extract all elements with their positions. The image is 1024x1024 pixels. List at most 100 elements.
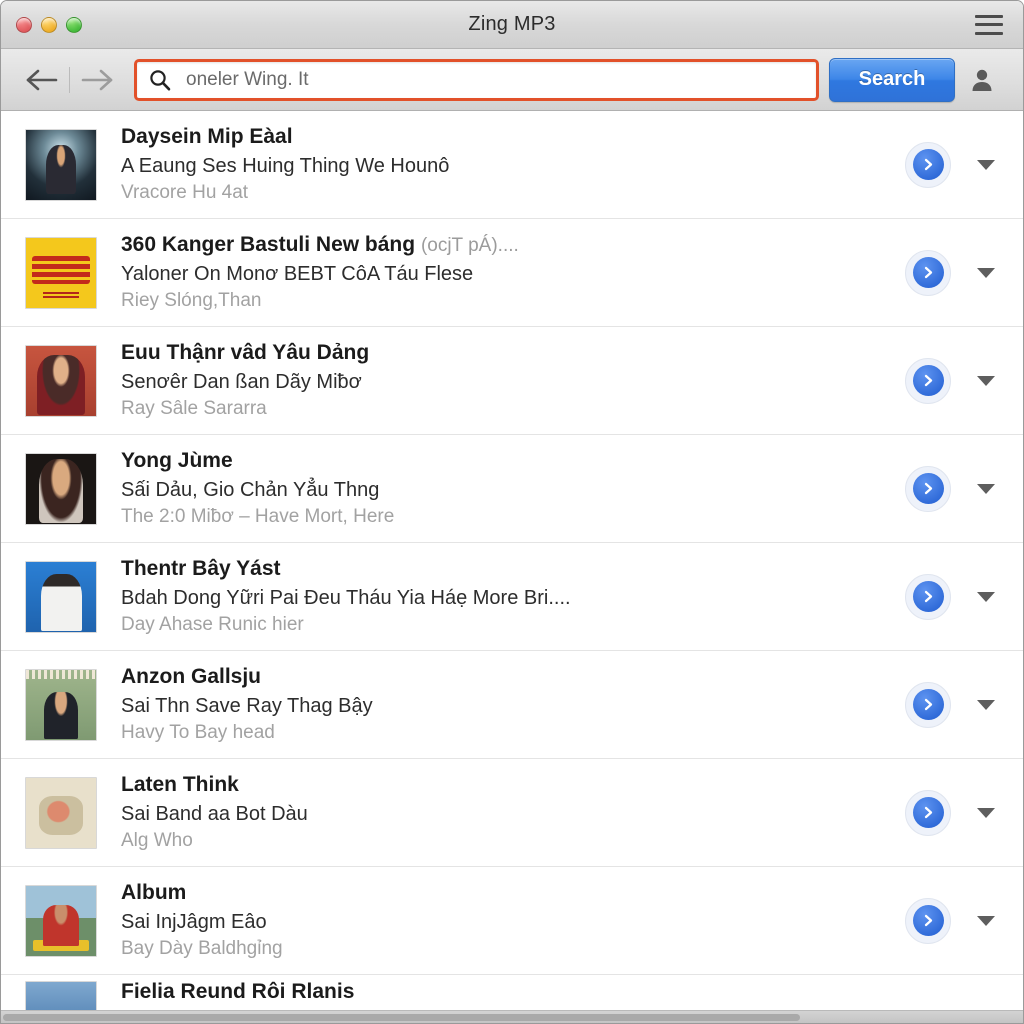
result-extra: Riey Slóng,Than bbox=[121, 289, 262, 311]
result-title: Fielia Reund Rôi Rlanis bbox=[121, 981, 355, 1002]
result-title: Euu Thậnr vâd Yâu Dảng bbox=[121, 340, 370, 364]
search-field-wrapper[interactable] bbox=[134, 58, 819, 101]
play-button[interactable] bbox=[905, 789, 951, 836]
arrow-left-icon bbox=[26, 69, 58, 90]
result-meta: Album Sai InjJâgm Eâo Bay Dày Baldhgỉng bbox=[97, 880, 905, 962]
play-button[interactable] bbox=[905, 141, 951, 188]
search-input[interactable] bbox=[186, 68, 806, 91]
forward-button[interactable] bbox=[74, 60, 120, 100]
result-meta: Euu Thậnr vâd Yâu Dảng Senơêr Dan ßan Dã… bbox=[97, 340, 905, 422]
chevron-right-circle-icon bbox=[912, 473, 944, 504]
window-titlebar: Zing MP3 bbox=[1, 1, 1023, 49]
chevron-right-circle-icon bbox=[912, 581, 944, 612]
result-extra: Vracore Hu 4at bbox=[121, 181, 249, 203]
table-row[interactable]: Anzon Gallsju Sai Thn Save Ray Thag Bậy … bbox=[1, 651, 1023, 759]
result-meta: Anzon Gallsju Sai Thn Save Ray Thag Bậy … bbox=[97, 664, 905, 746]
result-subtitle: Bdah Dong Yữri Pai Ðeu Tháu Yia Háẹ More… bbox=[121, 586, 571, 609]
search-results-list[interactable]: Daysein Mip Eàal A Eaung Ses Huing Thing… bbox=[1, 111, 1023, 1023]
result-extra: Day Ahase Runic hier bbox=[121, 613, 304, 635]
result-meta: 360 Kanger Bastuli New báng (ocjT pÁ)...… bbox=[97, 232, 905, 314]
play-button[interactable] bbox=[905, 249, 951, 296]
result-subtitle: Yaloner On Monơ BEBT CôA Táu Flese bbox=[121, 262, 474, 285]
result-meta: Yong Jùme Sấi Dảu, Gio Chản Yẳu Thng The… bbox=[97, 448, 905, 530]
row-actions bbox=[905, 357, 1009, 404]
album-thumbnail bbox=[25, 452, 97, 525]
app-window: Zing MP3 Search bbox=[0, 0, 1024, 1024]
hamburger-menu-icon[interactable] bbox=[975, 14, 1003, 35]
row-actions bbox=[905, 573, 1009, 620]
result-subtitle: Sai Band aa Bot Dàu bbox=[121, 802, 308, 825]
row-actions bbox=[905, 681, 1009, 728]
result-title: Yong Jùme bbox=[121, 448, 233, 472]
play-button[interactable] bbox=[905, 357, 951, 404]
search-button[interactable]: Search bbox=[829, 57, 955, 102]
arrow-right-icon bbox=[81, 69, 113, 90]
result-extra: Havy To Bay head bbox=[121, 721, 275, 743]
table-row[interactable]: Euu Thậnr vâd Yâu Dảng Senơêr Dan ßan Dã… bbox=[1, 327, 1023, 435]
table-row[interactable]: Yong Jùme Sấi Dảu, Gio Chản Yẳu Thng The… bbox=[1, 435, 1023, 543]
minimize-window-button[interactable] bbox=[41, 16, 57, 33]
caret-down-icon[interactable] bbox=[977, 375, 995, 386]
result-title: Daysein Mip Eàal bbox=[121, 124, 293, 148]
play-button[interactable] bbox=[905, 465, 951, 512]
chevron-right-circle-icon bbox=[912, 365, 944, 396]
page-title: Zing MP3 bbox=[468, 13, 556, 35]
result-extra: Bay Dày Baldhgỉng bbox=[121, 937, 283, 959]
row-actions bbox=[905, 465, 1009, 512]
window-controls bbox=[1, 16, 82, 33]
chevron-right-circle-icon bbox=[912, 905, 944, 936]
play-button[interactable] bbox=[905, 573, 951, 620]
table-row[interactable]: Fielia Reund Rôi Rlanis bbox=[1, 975, 1023, 1015]
result-title: Album bbox=[121, 880, 187, 904]
row-actions bbox=[905, 789, 1009, 836]
album-thumbnail bbox=[25, 884, 97, 957]
result-meta: Thentr Bây Yást Bdah Dong Yữri Pai Ðeu T… bbox=[97, 556, 905, 638]
table-row[interactable]: Album Sai InjJâgm Eâo Bay Dày Baldhgỉng bbox=[1, 867, 1023, 975]
back-button[interactable] bbox=[19, 60, 65, 100]
result-extra: Alg Who bbox=[121, 829, 193, 851]
scrollbar-thumb[interactable] bbox=[3, 1014, 801, 1021]
row-actions bbox=[905, 249, 1009, 296]
user-account-icon bbox=[972, 69, 992, 91]
chevron-right-circle-icon bbox=[912, 689, 944, 720]
caret-down-icon[interactable] bbox=[977, 807, 995, 818]
album-thumbnail bbox=[25, 668, 97, 741]
browser-toolbar: Search bbox=[1, 49, 1023, 111]
album-thumbnail bbox=[25, 776, 97, 849]
caret-down-icon[interactable] bbox=[977, 915, 995, 926]
result-title: Thentr Bây Yást bbox=[121, 556, 281, 580]
close-window-button[interactable] bbox=[16, 16, 32, 33]
chevron-right-circle-icon bbox=[912, 797, 944, 828]
table-row[interactable]: Laten Think Sai Band aa Bot Dàu Alg Who bbox=[1, 759, 1023, 867]
table-row[interactable]: Daysein Mip Eàal A Eaung Ses Huing Thing… bbox=[1, 111, 1023, 219]
result-meta: Fielia Reund Rôi Rlanis bbox=[97, 981, 1009, 1002]
play-button[interactable] bbox=[905, 897, 951, 944]
toolbar-divider bbox=[69, 66, 70, 93]
play-button[interactable] bbox=[905, 681, 951, 728]
album-thumbnail bbox=[25, 344, 97, 417]
result-title: Laten Think bbox=[121, 772, 239, 796]
horizontal-scrollbar[interactable] bbox=[1, 1010, 1023, 1023]
table-row[interactable]: 360 Kanger Bastuli New báng (ocjT pÁ)...… bbox=[1, 219, 1023, 327]
result-subtitle: Sai InjJâgm Eâo bbox=[121, 910, 267, 933]
album-thumbnail bbox=[25, 560, 97, 633]
chevron-right-circle-icon bbox=[912, 149, 944, 180]
table-row[interactable]: Thentr Bây Yást Bdah Dong Yữri Pai Ðeu T… bbox=[1, 543, 1023, 651]
caret-down-icon[interactable] bbox=[977, 483, 995, 494]
result-meta: Laten Think Sai Band aa Bot Dàu Alg Who bbox=[97, 772, 905, 854]
album-thumbnail bbox=[25, 128, 97, 201]
result-title: Anzon Gallsju bbox=[121, 664, 262, 688]
search-icon bbox=[150, 69, 171, 91]
caret-down-icon[interactable] bbox=[977, 267, 995, 278]
caret-down-icon[interactable] bbox=[977, 159, 995, 170]
caret-down-icon[interactable] bbox=[977, 591, 995, 602]
result-subtitle: A Eaung Ses Huing Thing We Hounô bbox=[121, 154, 450, 177]
result-subtitle: Senơêr Dan ßan Dãy Miƀơ bbox=[121, 370, 362, 393]
result-extra: Ray Sâle Sararra bbox=[121, 397, 267, 419]
maximize-window-button[interactable] bbox=[66, 16, 82, 33]
album-thumbnail bbox=[25, 236, 97, 309]
chevron-right-circle-icon bbox=[912, 257, 944, 288]
result-subtitle: Sai Thn Save Ray Thag Bậy bbox=[121, 694, 373, 717]
caret-down-icon[interactable] bbox=[977, 699, 995, 710]
account-button[interactable] bbox=[955, 57, 1009, 103]
